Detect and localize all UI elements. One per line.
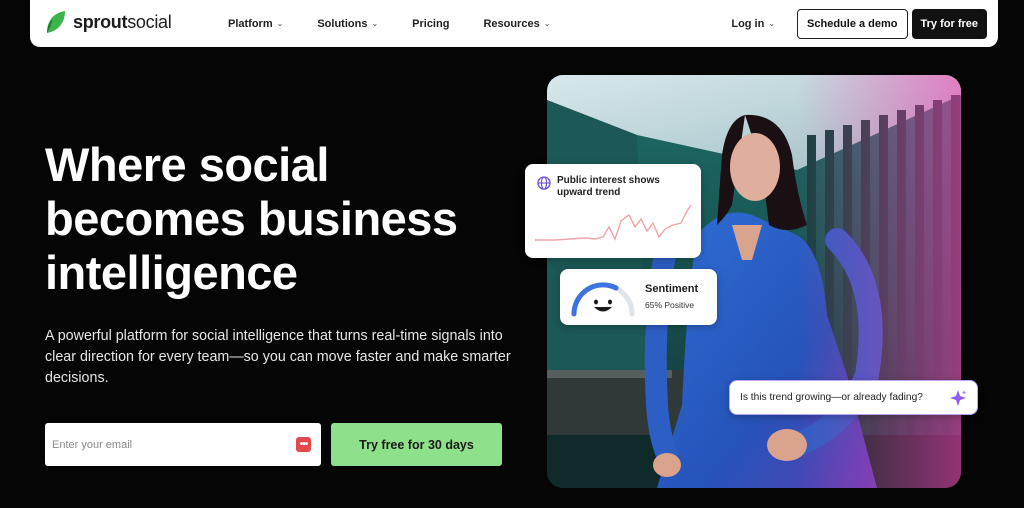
password-manager-icon[interactable]: ••• bbox=[296, 437, 311, 452]
hero-title: Where social becomes business intelligen… bbox=[45, 138, 458, 299]
primary-nav: Platform ⌄ Solutions ⌄ Pricing Resources ⌄ bbox=[228, 0, 584, 47]
chevron-down-icon: ⌄ bbox=[768, 19, 776, 28]
sentiment-gauge bbox=[571, 282, 635, 317]
sentiment-value: 65% Positive bbox=[645, 300, 695, 310]
question-text: Is this trend growing—or already fading? bbox=[740, 392, 923, 403]
nav-item-pricing[interactable]: Pricing bbox=[412, 18, 449, 30]
nav-item-platform[interactable]: Platform ⌄ bbox=[228, 18, 283, 30]
nav-item-solutions[interactable]: Solutions ⌄ bbox=[317, 18, 378, 30]
sentiment-card: Sentiment 65% Positive bbox=[560, 269, 717, 325]
trend-card-text: Public interest shows upward trend bbox=[557, 175, 660, 198]
globe-icon bbox=[537, 176, 551, 190]
try-free-30-days-button[interactable]: Try free for 30 days bbox=[331, 423, 502, 466]
nav-actions: Log in ⌄ Schedule a demo Try for free bbox=[731, 0, 987, 47]
nav-item-resources[interactable]: Resources ⌄ bbox=[483, 18, 550, 30]
chevron-down-icon: ⌄ bbox=[543, 19, 551, 28]
sprout-leaf-icon bbox=[47, 11, 65, 33]
chevron-down-icon: ⌄ bbox=[371, 19, 379, 28]
email-field-wrapper: ••• bbox=[45, 423, 321, 466]
question-card: Is this trend growing—or already fading? bbox=[729, 380, 978, 415]
schedule-demo-button[interactable]: Schedule a demo bbox=[797, 8, 908, 39]
try-for-free-button[interactable]: Try for free bbox=[911, 8, 987, 39]
trend-card: Public interest shows upward trend bbox=[525, 164, 701, 258]
hero-subtitle: A powerful platform for social intellige… bbox=[45, 328, 511, 386]
sentiment-title: Sentiment bbox=[645, 283, 699, 295]
brand-name: sproutsocial bbox=[73, 11, 172, 32]
brand-logo[interactable]: sproutsocial bbox=[44, 9, 172, 35]
email-input[interactable] bbox=[45, 424, 275, 465]
login-link[interactable]: Log in ⌄ bbox=[731, 18, 775, 30]
chevron-down-icon: ⌄ bbox=[276, 19, 284, 28]
top-navigation: sproutsocial Platform ⌄ Solutions ⌄ Pricin… bbox=[30, 0, 998, 47]
sparkle-icon bbox=[950, 390, 967, 406]
smiley-face-icon bbox=[594, 299, 612, 312]
trend-line-chart bbox=[535, 204, 692, 241]
